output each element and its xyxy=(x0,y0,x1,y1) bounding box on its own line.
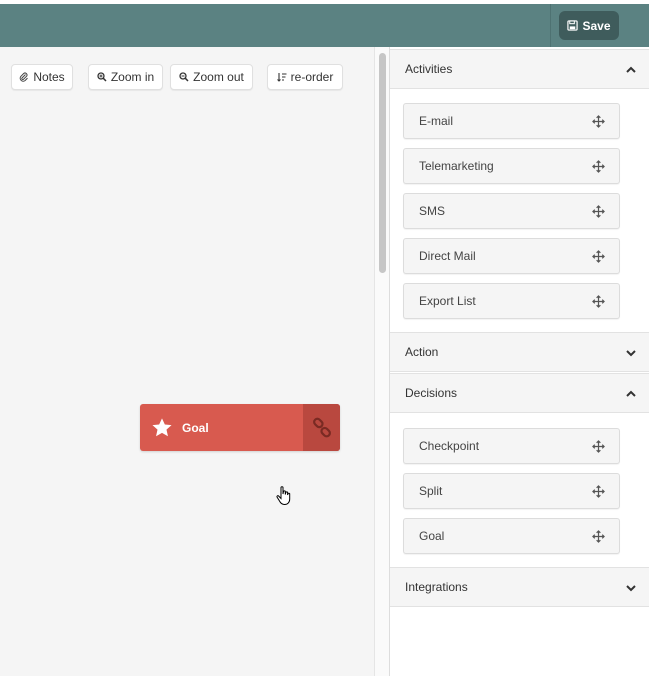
accordion-integrations-title: Integrations xyxy=(405,580,468,594)
goal-node-link-button[interactable] xyxy=(303,404,340,451)
chevron-down-icon xyxy=(626,350,636,357)
chevron-up-icon xyxy=(626,66,636,73)
reorder-label: re-order xyxy=(290,70,334,84)
zoom-out-icon xyxy=(179,72,189,82)
zoom-out-button[interactable]: Zoom out xyxy=(170,64,253,90)
accordion-activities[interactable]: Activities xyxy=(390,49,649,89)
move-icon xyxy=(592,530,605,543)
move-icon xyxy=(592,205,605,218)
canvas-scrollbar[interactable] xyxy=(374,47,389,676)
topbar-divider xyxy=(550,4,551,47)
notes-button[interactable]: Notes xyxy=(11,64,73,90)
star-icon xyxy=(152,417,172,436)
reorder-button[interactable]: re-order xyxy=(267,64,343,90)
flow-canvas[interactable]: Notes Zoom in Zoom out re-order xyxy=(0,47,374,676)
hand-cursor-icon xyxy=(276,486,291,506)
palette-item-label: Direct Mail xyxy=(419,249,476,263)
move-icon xyxy=(592,295,605,308)
paperclip-icon xyxy=(20,72,29,82)
zoom-in-label: Zoom in xyxy=(110,70,155,84)
link-icon xyxy=(312,417,331,437)
canvas-scrollbar-thumb[interactable] xyxy=(379,53,386,273)
palette-item-checkpoint[interactable]: Checkpoint xyxy=(403,428,620,464)
move-icon xyxy=(592,160,605,173)
move-icon xyxy=(592,440,605,453)
palette-item-label: E-mail xyxy=(419,114,454,128)
palette-item-label: Goal xyxy=(419,529,445,543)
accordion-action[interactable]: Action xyxy=(390,332,649,372)
palette-item-split[interactable]: Split xyxy=(403,473,620,509)
palette-item-label: SMS xyxy=(419,204,446,218)
accordion-decisions[interactable]: Decisions xyxy=(390,373,649,413)
move-icon xyxy=(592,250,605,263)
palette-item-email[interactable]: E-mail xyxy=(403,103,620,139)
sort-icon xyxy=(276,73,287,82)
zoom-out-label: Zoom out xyxy=(193,70,244,84)
chevron-up-icon xyxy=(626,390,636,397)
notes-label: Notes xyxy=(33,70,65,84)
move-icon xyxy=(592,485,605,498)
save-button-label: Save xyxy=(582,18,611,33)
palette-item-export-list[interactable]: Export List xyxy=(403,283,620,319)
palette-item-telemarketing[interactable]: Telemarketing xyxy=(403,148,620,184)
floppy-disk-icon xyxy=(567,20,579,31)
accordion-integrations[interactable]: Integrations xyxy=(390,567,649,607)
palette-item-label: Export List xyxy=(419,294,476,308)
zoom-in-button[interactable]: Zoom in xyxy=(88,64,163,90)
palette-item-direct-mail[interactable]: Direct Mail xyxy=(403,238,620,274)
palette-item-goal[interactable]: Goal xyxy=(403,518,620,554)
goal-node[interactable]: Goal xyxy=(140,404,340,451)
chevron-down-icon xyxy=(626,585,636,592)
palette-item-label: Split xyxy=(419,484,443,498)
palette-sidebar: Activities E-mail Telemarketing SMS Dire… xyxy=(389,47,649,676)
palette-item-label: Telemarketing xyxy=(419,159,494,173)
zoom-in-icon xyxy=(97,72,107,82)
accordion-action-title: Action xyxy=(405,345,439,359)
goal-node-label: Goal xyxy=(182,420,209,435)
save-button[interactable]: Save xyxy=(559,11,619,40)
move-icon xyxy=(592,115,605,128)
top-bar: Save xyxy=(0,4,649,47)
palette-item-sms[interactable]: SMS xyxy=(403,193,620,229)
accordion-activities-title: Activities xyxy=(405,62,453,76)
accordion-decisions-title: Decisions xyxy=(405,386,458,400)
palette-item-label: Checkpoint xyxy=(419,439,480,453)
